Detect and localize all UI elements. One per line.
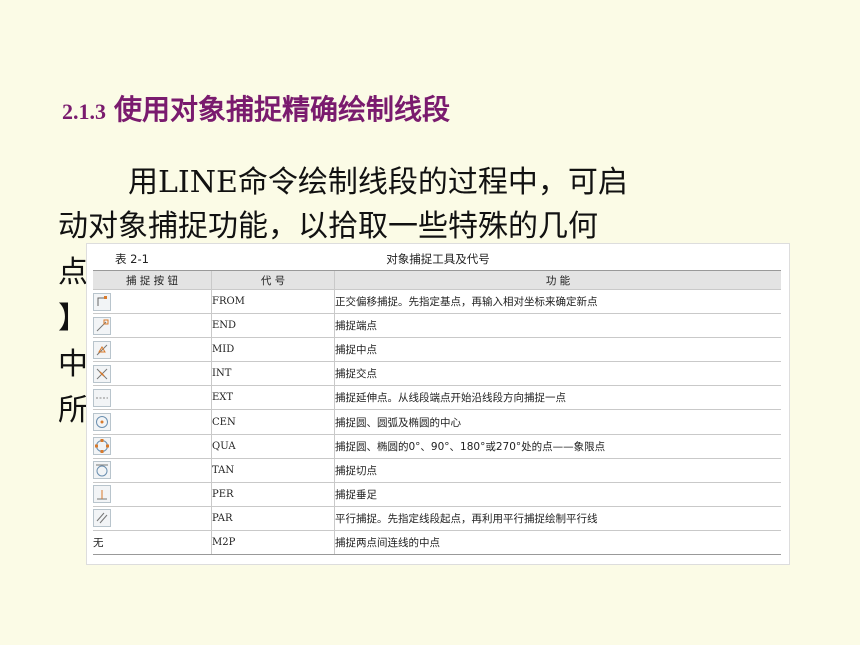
intersection-icon[interactable] bbox=[93, 364, 111, 383]
section-number: 2.1.3 bbox=[62, 99, 106, 124]
quadrant-icon[interactable] bbox=[93, 437, 111, 456]
function-cell: 捕捉中点 bbox=[334, 337, 781, 362]
paragraph-line-3: 点 bbox=[58, 255, 88, 290]
table-header-row: 捕 捉 按 钮 代 号 功 能 bbox=[93, 270, 781, 290]
parallel-icon[interactable] bbox=[93, 509, 111, 528]
extension-icon[interactable] bbox=[93, 388, 111, 407]
function-cell: 捕捉圆、椭圆的0°、90°、180°或270°处的点——象限点 bbox=[334, 433, 781, 459]
code-cell: M2P bbox=[211, 529, 335, 556]
code-cell: PER bbox=[211, 481, 335, 507]
code-cell: FROM bbox=[211, 288, 335, 314]
function-cell: 正交偏移捕捉。先指定基点，再输入相对坐标来确定新点 bbox=[334, 288, 781, 314]
table-row: QUA 捕捉圆、椭圆的0°、90°、180°或270°处的点——象限点 bbox=[93, 433, 781, 459]
code-cell: INT bbox=[211, 361, 335, 386]
table-row: CEN 捕捉圆、圆弧及椭圆的中心 bbox=[93, 409, 781, 435]
code-cell: CEN bbox=[211, 409, 335, 435]
function-cell: 平行捕捉。先指定线段起点，再利用平行捕捉绘制平行线 bbox=[334, 505, 781, 531]
code-cell: QUA bbox=[211, 433, 335, 459]
function-cell: 捕捉垂足 bbox=[334, 481, 781, 507]
table-row: FROM 正交偏移捕捉。先指定基点，再输入相对坐标来确定新点 bbox=[93, 288, 781, 314]
paragraph-line-6: 所 bbox=[58, 393, 88, 428]
function-cell: 捕捉圆、圆弧及椭圆的中心 bbox=[334, 409, 781, 435]
function-cell: 捕捉两点间连线的中点 bbox=[334, 529, 781, 556]
snap-table-figure: 表 2-1 对象捕捉工具及代号 捕 捉 按 钮 代 号 功 能 FROM 正交偏… bbox=[86, 243, 790, 565]
function-cell: 捕捉切点 bbox=[334, 457, 781, 483]
code-cell: EXT bbox=[211, 385, 335, 410]
endpoint-icon[interactable] bbox=[93, 316, 111, 335]
paragraph-line-1: 用LINE命令绘制线段的过程中，可启 bbox=[128, 165, 628, 200]
function-cell: 捕捉延伸点。从线段端点开始沿线段方向捕捉一点 bbox=[334, 385, 781, 410]
function-cell: 捕捉端点 bbox=[334, 313, 781, 338]
no-button-text: 无 bbox=[93, 529, 212, 556]
snap-table: 捕 捉 按 钮 代 号 功 能 FROM 正交偏移捕捉。先指定基点，再输入相对坐… bbox=[93, 270, 781, 556]
center-icon[interactable] bbox=[93, 413, 111, 432]
code-cell: TAN bbox=[211, 457, 335, 483]
table-row: PER 捕捉垂足 bbox=[93, 481, 781, 507]
header-code: 代 号 bbox=[211, 270, 335, 290]
table-row: INT 捕捉交点 bbox=[93, 361, 781, 386]
table-row: EXT 捕捉延伸点。从线段端点开始沿线段方向捕捉一点 bbox=[93, 385, 781, 410]
tangent-icon[interactable] bbox=[93, 461, 111, 480]
paragraph-line-5: 中 bbox=[58, 347, 88, 382]
table-row: TAN 捕捉切点 bbox=[93, 457, 781, 483]
table-row: END 捕捉端点 bbox=[93, 313, 781, 338]
table-row: MID 捕捉中点 bbox=[93, 337, 781, 362]
table-row: 无 M2P 捕捉两点间连线的中点 bbox=[93, 529, 781, 556]
paragraph-line-4: 】 bbox=[58, 301, 88, 336]
section-heading: 2.1.3 使用对象捕捉精确绘制线段 bbox=[62, 88, 450, 128]
code-cell: MID bbox=[211, 337, 335, 362]
function-cell: 捕捉交点 bbox=[334, 361, 781, 386]
perpendicular-icon[interactable] bbox=[93, 485, 111, 504]
table-row: PAR 平行捕捉。先指定线段起点，再利用平行捕捉绘制平行线 bbox=[93, 505, 781, 531]
header-function: 功 能 bbox=[334, 270, 781, 290]
paragraph-line-2: 动对象捕捉功能，以拾取一些特殊的几何 bbox=[58, 209, 598, 244]
table-title: 对象捕捉工具及代号 bbox=[386, 252, 490, 266]
code-cell: END bbox=[211, 313, 335, 338]
code-cell: PAR bbox=[211, 505, 335, 531]
header-button: 捕 捉 按 钮 bbox=[93, 270, 212, 290]
section-title: 使用对象捕捉精确绘制线段 bbox=[114, 95, 451, 126]
from-icon[interactable] bbox=[93, 292, 111, 311]
midpoint-icon[interactable] bbox=[93, 340, 111, 359]
